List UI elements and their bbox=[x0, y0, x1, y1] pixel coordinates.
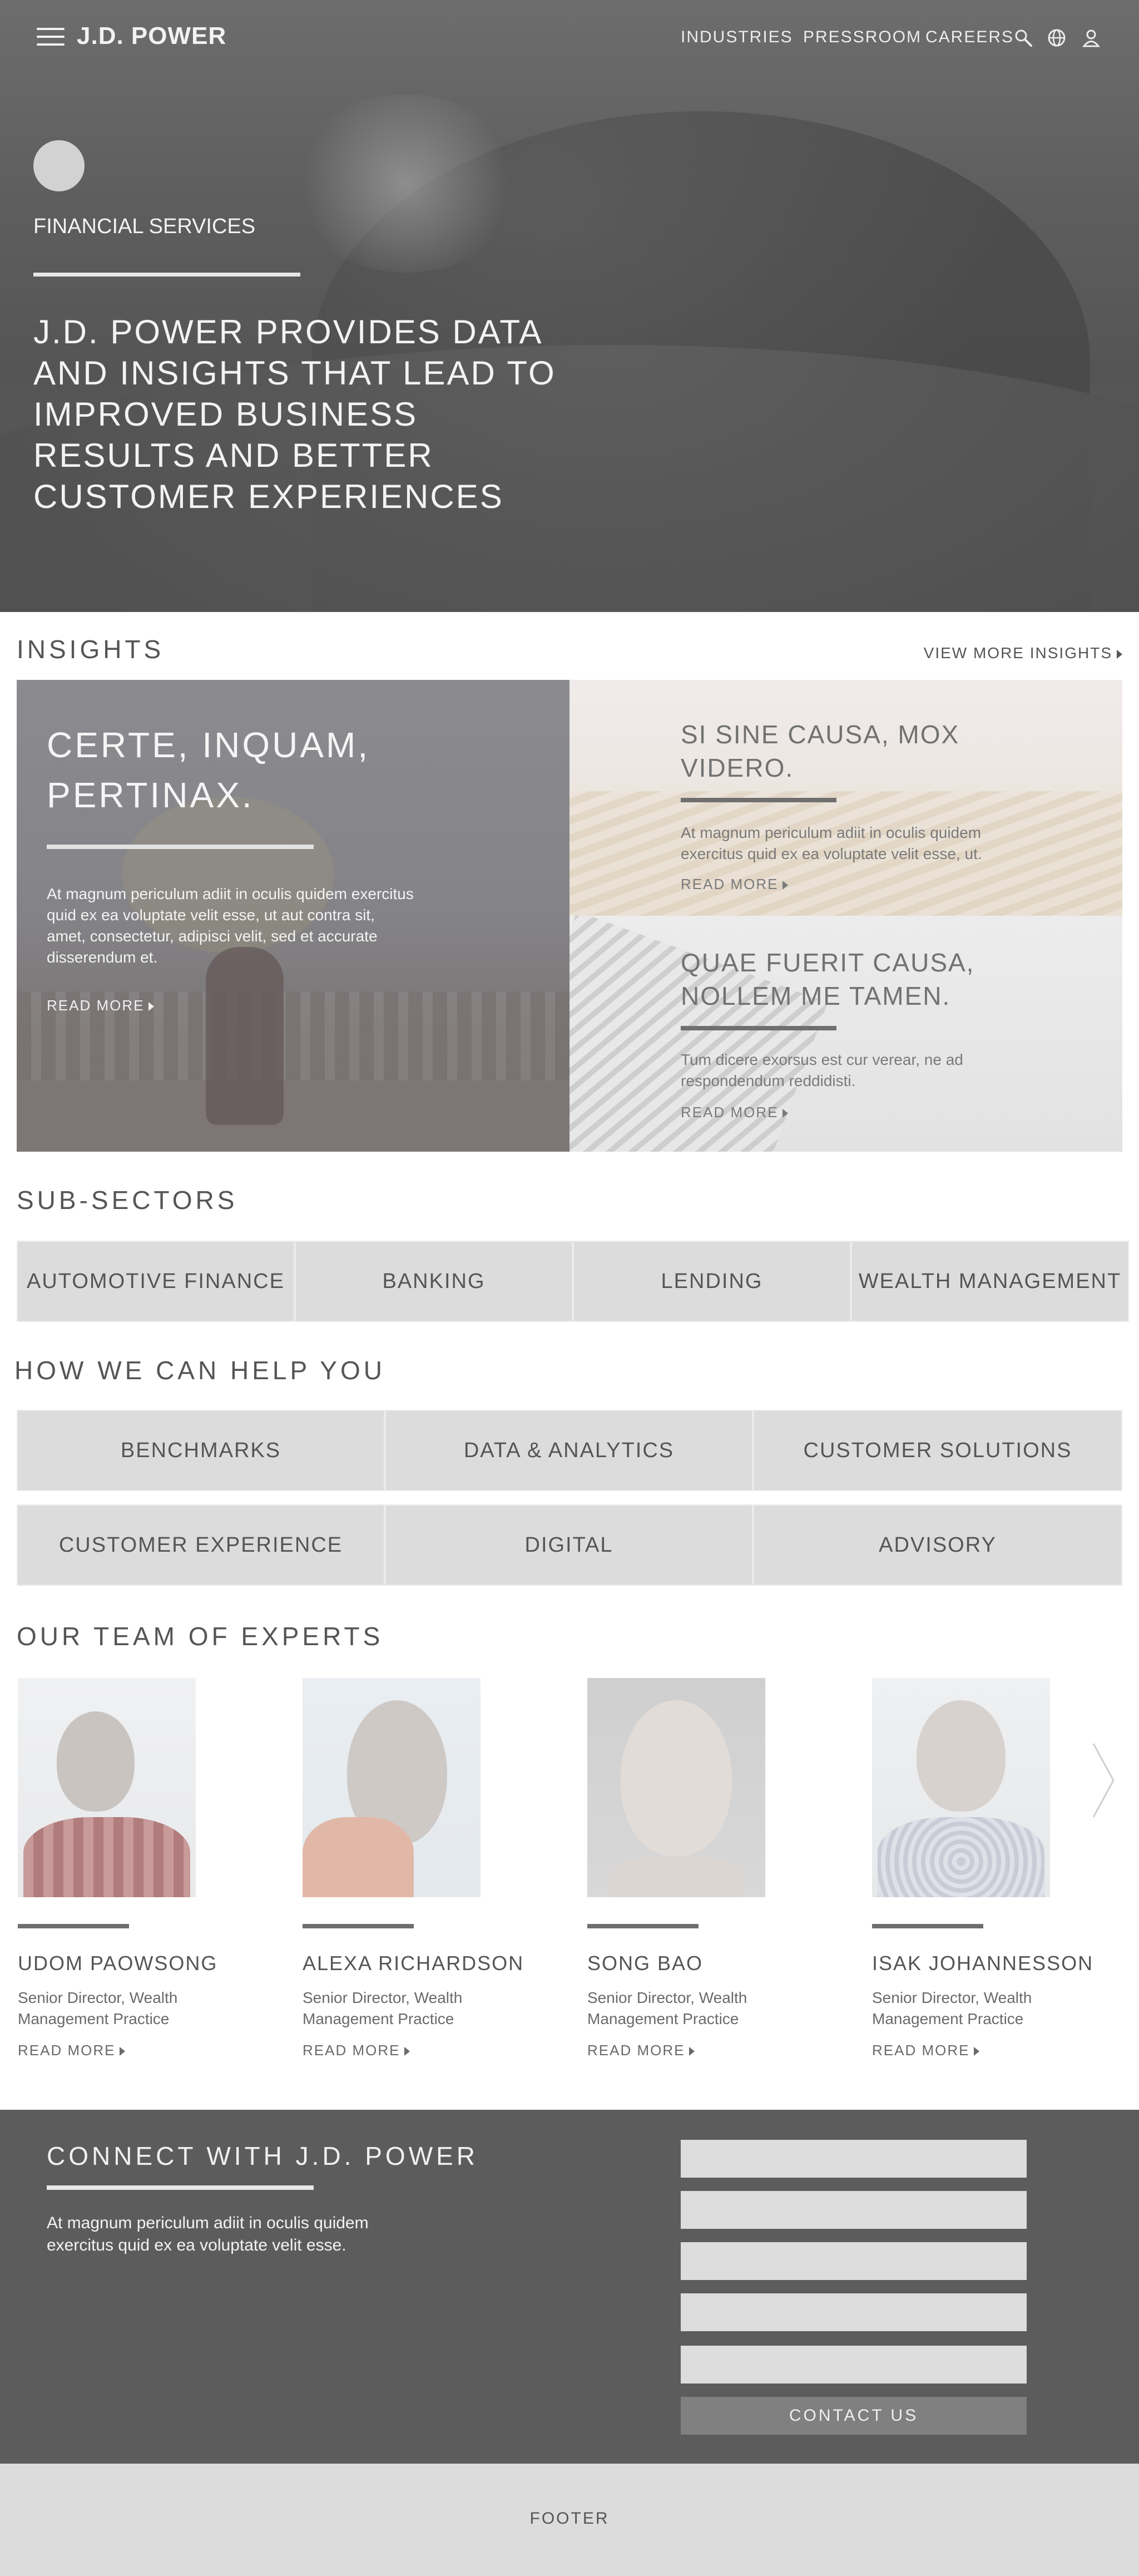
logo[interactable]: J.D. POWER bbox=[77, 22, 226, 50]
expert-1-read-more-link[interactable]: READ MORE bbox=[18, 2042, 126, 2059]
connect-divider bbox=[47, 2185, 314, 2190]
expert-4-role: Senior Director, Wealth Management Pract… bbox=[872, 1989, 1032, 2027]
expert-3-role: Senior Director, Wealth Management Pract… bbox=[587, 1989, 747, 2027]
caret-right-icon bbox=[120, 2047, 126, 2056]
carousel-next-icon[interactable] bbox=[1091, 1741, 1116, 1819]
insight-1-title: SI SINE CAUSA, MOX VIDERO. bbox=[681, 720, 960, 782]
read-more-label: READ MORE bbox=[587, 2042, 685, 2059]
expert-4-divider bbox=[872, 1924, 983, 1928]
subsector-automotive-finance[interactable]: AUTOMOTIVE FINANCE bbox=[17, 1241, 295, 1322]
expert-photo-alexa[interactable] bbox=[303, 1678, 481, 1897]
expert-1-role: Senior Director, Wealth Management Pract… bbox=[18, 1989, 178, 2027]
help-benchmarks[interactable]: BENCHMARKS bbox=[17, 1410, 385, 1491]
caret-right-icon bbox=[148, 1002, 155, 1011]
nav-careers[interactable]: CAREERS bbox=[925, 28, 1014, 47]
expert-2-role: Senior Director, Wealth Management Pract… bbox=[303, 1989, 463, 2027]
subsector-wealth-management[interactable]: WEALTH MANAGEMENT bbox=[851, 1241, 1129, 1322]
featured-read-more-link[interactable]: READ MORE bbox=[47, 997, 155, 1014]
insight-1-text: At magnum periculum adiit in oculis quid… bbox=[681, 824, 982, 862]
expert-4-read-more-link[interactable]: READ MORE bbox=[872, 2042, 980, 2059]
help-advisory[interactable]: ADVISORY bbox=[753, 1504, 1122, 1586]
hero-avatar-circle bbox=[33, 140, 85, 191]
nav-industries[interactable]: INDUSTRIES bbox=[681, 28, 793, 47]
insight-2-text: Tum dicere exorsus est cur verear, ne ad… bbox=[681, 1051, 963, 1089]
experts-heading: OUR TEAM OF EXPERTS bbox=[17, 1622, 384, 1651]
insight-2-divider bbox=[681, 1026, 836, 1030]
read-more-label: READ MORE bbox=[18, 2042, 116, 2059]
contact-field-5[interactable] bbox=[681, 2346, 1027, 2383]
help-customer-experience[interactable]: CUSTOMER EXPERIENCE bbox=[17, 1504, 385, 1586]
expert-2-read-more-link[interactable]: READ MORE bbox=[303, 2042, 410, 2059]
expert-3-divider bbox=[587, 1924, 699, 1928]
expert-photo-isak[interactable] bbox=[872, 1678, 1050, 1897]
search-icon[interactable] bbox=[1013, 28, 1033, 48]
globe-icon[interactable] bbox=[1047, 28, 1067, 48]
view-more-label: VIEW MORE INSIGHTS bbox=[923, 644, 1112, 662]
read-more-label: READ MORE bbox=[681, 876, 779, 892]
expert-1-name: UDOM PAOWSONG bbox=[18, 1952, 218, 1975]
caret-right-icon bbox=[689, 2047, 695, 2056]
expert-3-read-more-link[interactable]: READ MORE bbox=[587, 2042, 695, 2059]
view-more-insights-link[interactable]: VIEW MORE INSIGHTS bbox=[924, 644, 1122, 662]
insight-card-1[interactable] bbox=[570, 680, 1122, 916]
footer-label: FOOTER bbox=[529, 2509, 610, 2528]
expert-photo-song[interactable] bbox=[587, 1678, 765, 1897]
read-more-label: READ MORE bbox=[681, 1104, 779, 1121]
help-heading: HOW WE CAN HELP YOU bbox=[14, 1356, 385, 1385]
contact-field-4[interactable] bbox=[681, 2293, 1027, 2331]
subsectors-heading: SUB-SECTORS bbox=[17, 1186, 238, 1215]
caret-right-icon bbox=[1117, 649, 1122, 659]
nav-pressroom[interactable]: PRESSROOM bbox=[803, 28, 922, 47]
user-icon[interactable] bbox=[1081, 28, 1101, 48]
read-more-label: READ MORE bbox=[47, 997, 145, 1014]
contact-field-2[interactable] bbox=[681, 2191, 1027, 2229]
hero-banner bbox=[0, 0, 1139, 612]
contact-field-3[interactable] bbox=[681, 2242, 1027, 2280]
read-more-label: READ MORE bbox=[303, 2042, 400, 2059]
help-customer-solutions[interactable]: CUSTOMER SOLUTIONS bbox=[753, 1410, 1122, 1491]
menu-icon[interactable] bbox=[37, 26, 65, 48]
featured-insight-title: CERTE, INQUAM, PERTINAX. bbox=[47, 725, 370, 815]
expert-2-name: ALEXA RICHARDSON bbox=[303, 1952, 524, 1975]
caret-right-icon bbox=[404, 2047, 410, 2056]
insights-heading: INSIGHTS bbox=[17, 635, 165, 664]
insight-2-title: QUAE FUERIT CAUSA, NOLLEM ME TAMEN. bbox=[681, 948, 975, 1010]
insight-1-read-more-link[interactable]: READ MORE bbox=[681, 876, 789, 893]
featured-insight-text: At magnum periculum adiit in oculis quid… bbox=[47, 885, 414, 966]
contact-field-1[interactable] bbox=[681, 2140, 1027, 2178]
featured-insight-divider bbox=[47, 845, 314, 849]
connect-heading: CONNECT WITH J.D. POWER bbox=[47, 2141, 479, 2170]
contact-us-button[interactable]: CONTACT US bbox=[681, 2397, 1027, 2435]
expert-2-divider bbox=[303, 1924, 414, 1928]
help-digital[interactable]: DIGITAL bbox=[385, 1504, 753, 1586]
caret-right-icon bbox=[783, 1109, 789, 1118]
hero-eyebrow: FINANCIAL SERVICES bbox=[33, 215, 256, 238]
caret-right-icon bbox=[974, 2047, 980, 2056]
connect-text: At magnum periculum adiit in oculis quid… bbox=[47, 2214, 369, 2254]
hero-divider bbox=[33, 273, 300, 277]
expert-3-name: SONG BAO bbox=[587, 1952, 704, 1975]
read-more-label: READ MORE bbox=[872, 2042, 970, 2059]
expert-photo-udom[interactable] bbox=[18, 1678, 196, 1897]
hero-title: J.D. POWER PROVIDES DATA AND INSIGHTS TH… bbox=[33, 313, 556, 515]
subsector-banking[interactable]: BANKING bbox=[295, 1241, 573, 1322]
insight-1-divider bbox=[681, 798, 836, 802]
insight-2-read-more-link[interactable]: READ MORE bbox=[681, 1104, 789, 1121]
help-data-analytics[interactable]: DATA & ANALYTICS bbox=[385, 1410, 753, 1491]
expert-4-name: ISAK JOHANNESSON bbox=[872, 1952, 1094, 1975]
subsector-lending[interactable]: LENDING bbox=[573, 1241, 851, 1322]
expert-1-divider bbox=[18, 1924, 129, 1928]
caret-right-icon bbox=[783, 881, 789, 890]
